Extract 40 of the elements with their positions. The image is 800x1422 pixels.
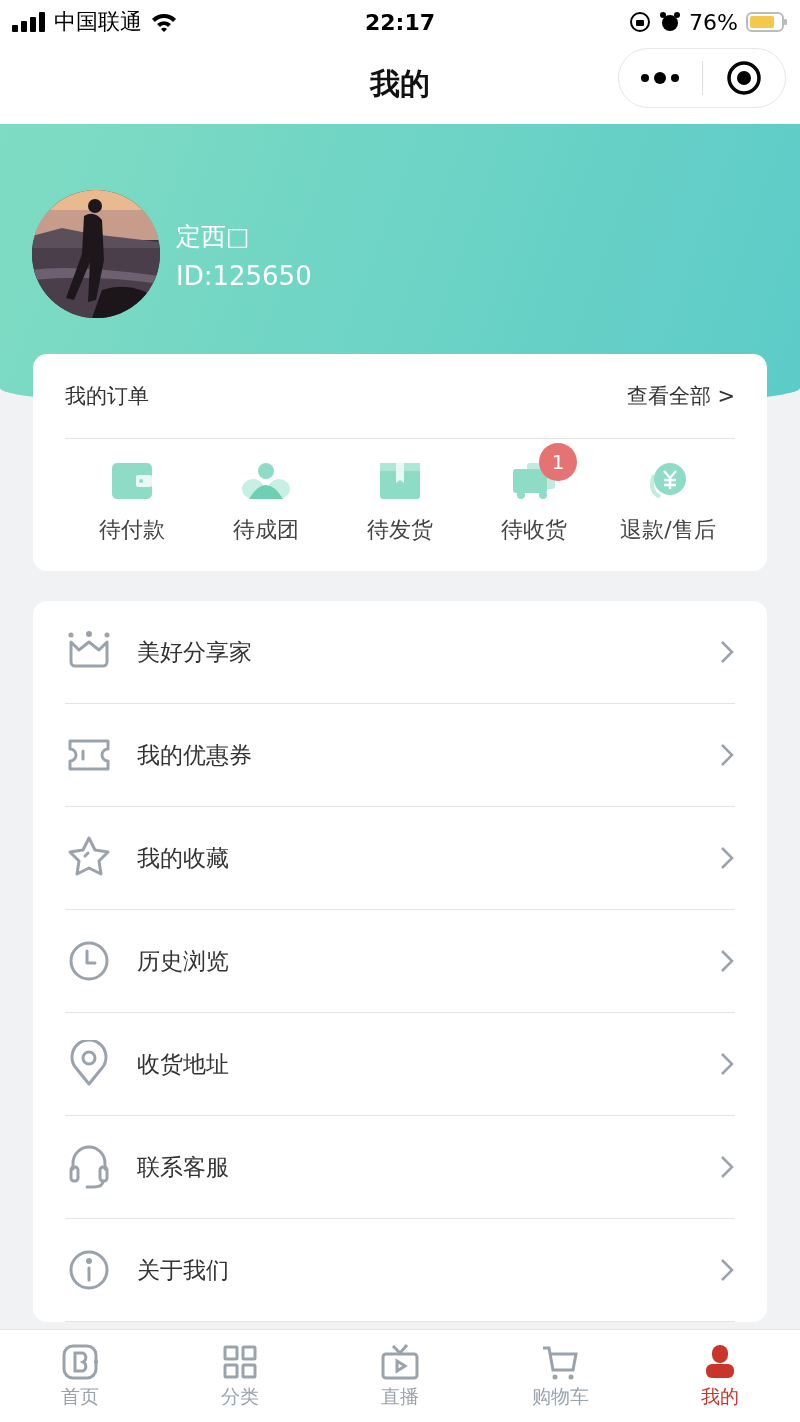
more-icon[interactable] — [640, 72, 681, 84]
battery-icon — [746, 11, 788, 33]
package-icon — [378, 461, 422, 501]
close-target-icon[interactable] — [725, 60, 762, 96]
menu-item[interactable]: 我的优惠券 — [137, 739, 695, 771]
tv-icon — [380, 1342, 420, 1382]
order-status-item[interactable]: 待成团 — [199, 443, 333, 545]
battery-percent: 76% — [689, 9, 738, 35]
menu-item[interactable]: 联系客服 — [137, 1151, 695, 1183]
signal-icon — [12, 12, 46, 32]
menu-item[interactable]: 美好分享家 — [137, 636, 695, 668]
chevron-icon — [719, 1257, 735, 1283]
chevron-icon — [719, 948, 735, 974]
orders-title: 我的订单 — [65, 383, 149, 410]
menu-item[interactable]: 收货地址 — [137, 1048, 695, 1080]
menu-item[interactable]: 历史浏览 — [137, 945, 695, 977]
tab-item[interactable]: 我的 — [640, 1330, 800, 1422]
group-icon — [241, 461, 291, 501]
menu-item[interactable]: 我的收藏 — [137, 842, 695, 874]
carrier-name: 中国联通 — [54, 8, 142, 36]
rotation-lock-icon — [629, 11, 652, 33]
page-title: 我的 — [370, 64, 430, 103]
count-badge: 1 — [539, 443, 577, 481]
menu-item[interactable]: 关于我们 — [137, 1254, 695, 1286]
chevron-icon — [719, 1051, 735, 1077]
user-name: 定西□ — [176, 221, 251, 253]
home-icon — [60, 1342, 100, 1382]
wifi-icon — [150, 12, 178, 32]
view-all-link[interactable]: 查看全部 > — [626, 382, 735, 410]
clock-time: 22:17 — [365, 9, 435, 35]
order-status-item[interactable]: 1 待收货 — [467, 443, 601, 545]
order-status-item[interactable]: 待付款 — [65, 443, 199, 545]
chevron-icon — [719, 742, 735, 768]
chevron-icon — [719, 639, 735, 665]
order-status-item[interactable]: 退款/售后 — [601, 443, 735, 545]
wallet-icon — [110, 461, 154, 501]
user-id: ID:125650 — [176, 261, 312, 291]
chevron-icon — [719, 845, 735, 871]
chevron-icon — [719, 1154, 735, 1180]
order-status-item[interactable]: 待发货 — [333, 443, 467, 545]
